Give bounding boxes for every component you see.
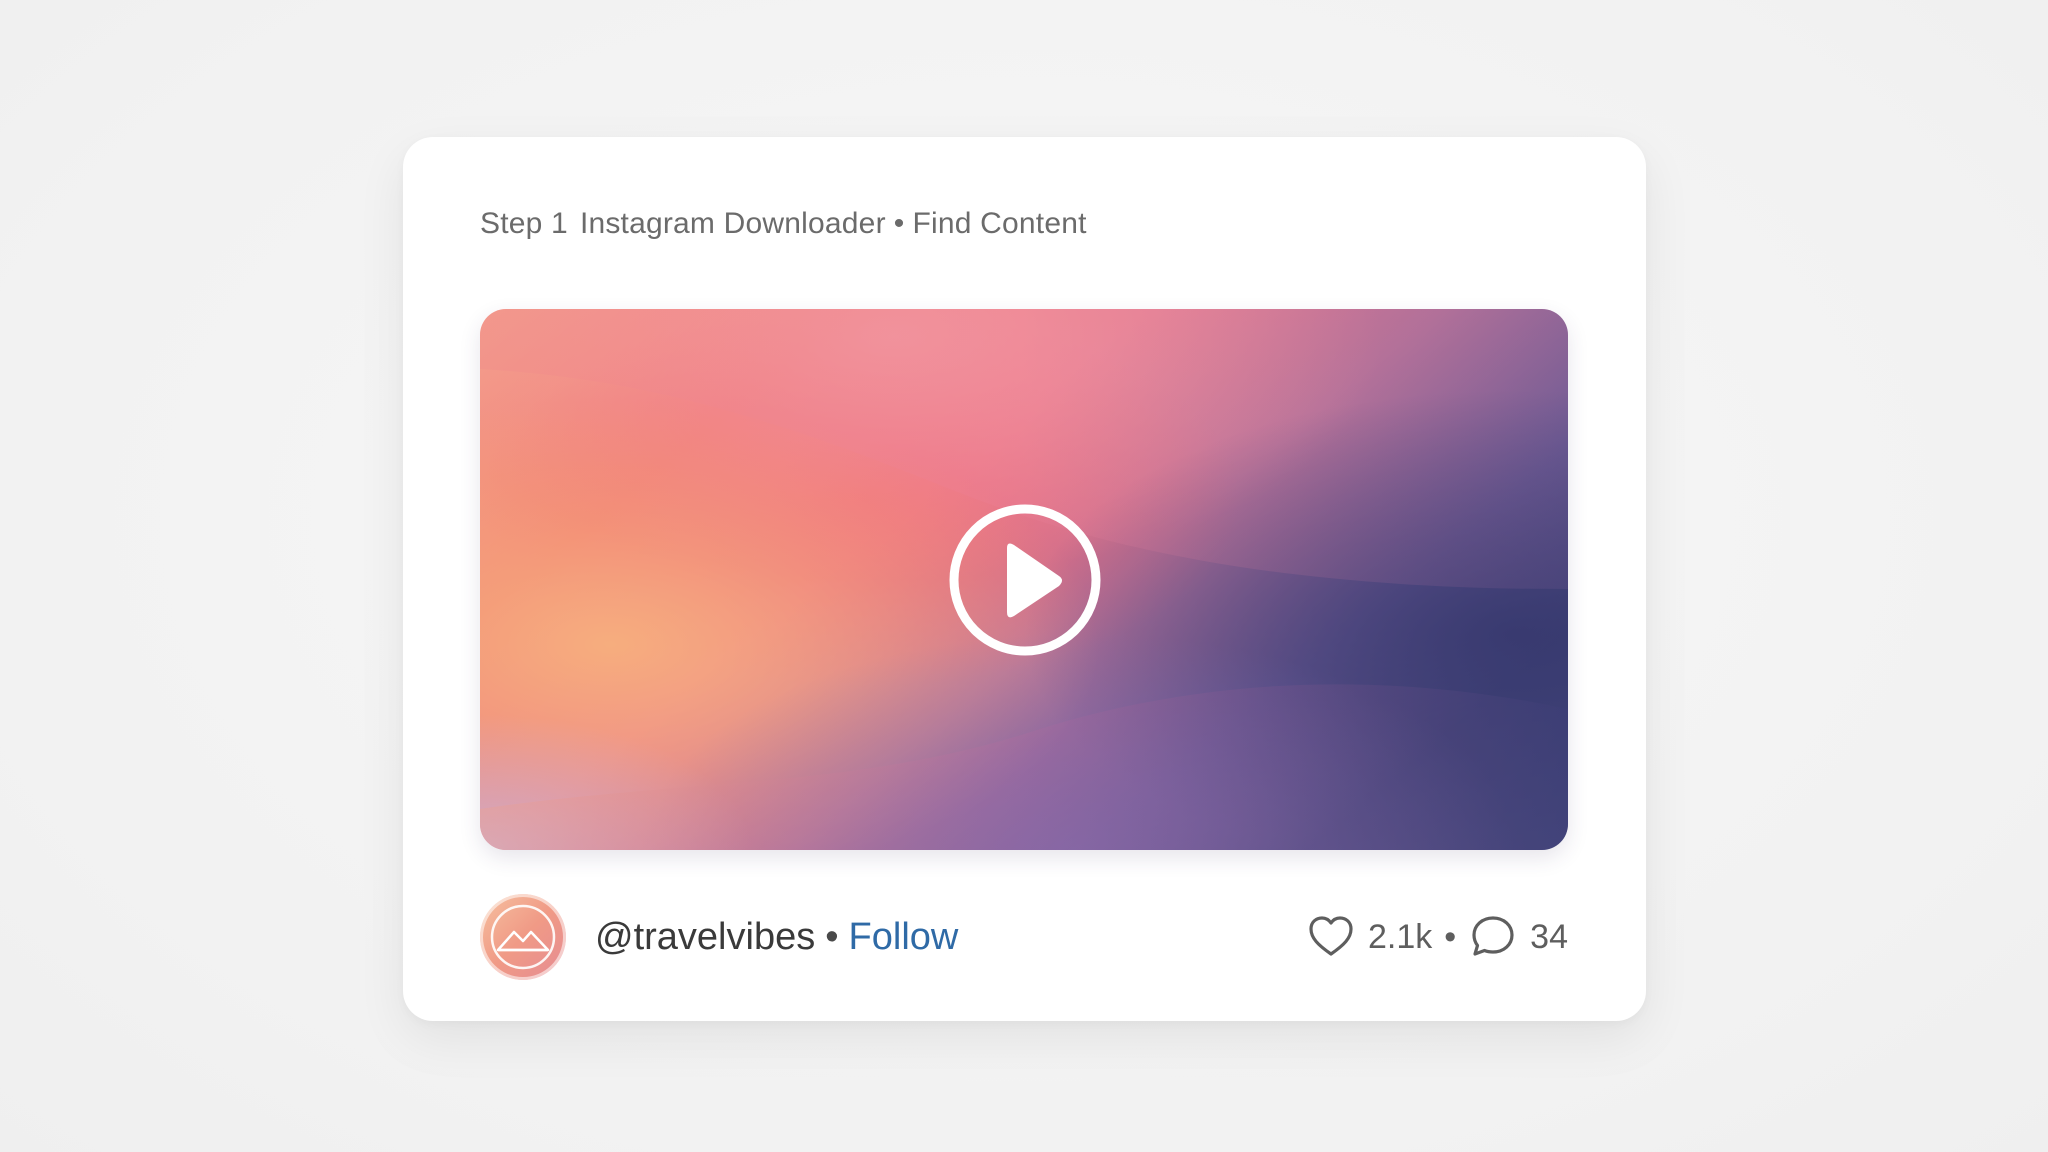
comment-icon[interactable] bbox=[1468, 912, 1518, 962]
comments-count: 34 bbox=[1530, 917, 1568, 956]
post-stats: 2.1k • 34 bbox=[1306, 912, 1568, 962]
play-button[interactable] bbox=[947, 502, 1103, 658]
user-line: @travelvibes • Follow bbox=[595, 916, 958, 959]
video-preview[interactable] bbox=[480, 309, 1568, 850]
post-footer: @travelvibes • Follow 2.1k • 34 bbox=[480, 894, 1568, 982]
step-title: Instagram Downloader bbox=[579, 207, 886, 240]
likes-count: 2.1k bbox=[1368, 917, 1433, 956]
play-icon bbox=[949, 504, 1101, 656]
follow-button[interactable]: Follow bbox=[849, 916, 959, 958]
mountain-icon bbox=[490, 904, 556, 970]
step-subtitle: Find Content bbox=[912, 207, 1087, 240]
heart-icon[interactable] bbox=[1306, 912, 1356, 962]
step-header: Step 1 Instagram Downloader • Find Content bbox=[480, 207, 1087, 241]
page-background: Step 1 Instagram Downloader • Find Content bbox=[0, 0, 2048, 1152]
user-separator: • bbox=[825, 916, 839, 958]
header-separator: • bbox=[893, 207, 905, 240]
stats-separator: • bbox=[1444, 917, 1457, 956]
step-number: Step 1 bbox=[480, 207, 568, 240]
avatar[interactable] bbox=[480, 894, 566, 980]
username-link[interactable]: @travelvibes bbox=[595, 916, 815, 958]
instagram-post-card: Step 1 Instagram Downloader • Find Content bbox=[403, 137, 1646, 1021]
